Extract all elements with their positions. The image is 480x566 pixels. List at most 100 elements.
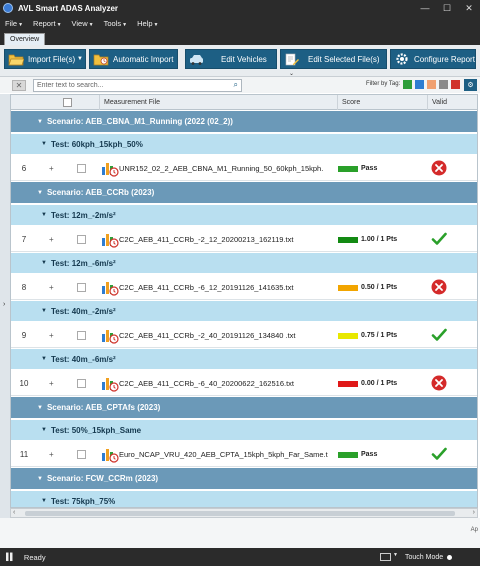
measurement-row[interactable]: 8 + C2C_AEB_411_CCRb_-6_12_20191126_141635…	[11, 275, 477, 300]
tag-red[interactable]	[451, 80, 460, 89]
col-valid[interactable]: Valid	[427, 95, 477, 110]
measurement-row[interactable]: 9 + C2C_AEB_411_CCRb_-2_40_20191126_134840…	[11, 323, 477, 348]
chevron-down-icon: ▼	[88, 21, 94, 28]
screen-icon[interactable]	[380, 553, 391, 561]
menu-report[interactable]: Report▼	[33, 19, 61, 28]
measurement-file-name[interactable]: UNR152_02_2_AEB_CBNA_M1_Running_50_60kph…	[119, 156, 335, 181]
status-bar: ▌▌ Ready ▼ Touch Mode	[0, 548, 480, 566]
chevron-down-icon: ▼	[56, 21, 62, 28]
touch-mode-toggle[interactable]: Touch Mode	[405, 548, 453, 566]
measurement-file-name[interactable]: Euro_NCAP_VRU_420_AEB_CPTA_15kph_5kph_Fa…	[119, 442, 335, 467]
test-group-row[interactable]: ▼ Test: 50%_15kph_Same	[11, 420, 477, 440]
pause-icon[interactable]: ▌▌	[6, 554, 15, 561]
import-files-button[interactable]: Import File(s) ▼	[4, 49, 86, 69]
measurement-file-name[interactable]: C2C_AEB_411_CCRb_-2_40_20191126_134840 .…	[119, 323, 335, 348]
ribbon-tabs: Overview	[0, 30, 480, 45]
menu-tools[interactable]: Tools▼	[104, 19, 127, 28]
collapse-arrow-icon[interactable]: ▼	[41, 141, 47, 147]
invalid-x-icon	[431, 160, 447, 176]
collapse-arrow-icon[interactable]: ▼	[41, 356, 47, 362]
lower-panel	[0, 518, 480, 548]
search-input[interactable]	[34, 80, 224, 91]
collapse-arrow-icon[interactable]: ▼	[41, 308, 47, 314]
expand-plus-icon[interactable]: +	[49, 283, 54, 292]
test-label: Test: 12m_-2m/s²	[50, 210, 116, 220]
measurement-row[interactable]: 10 + C2C_AEB_411_CCRb_-6_40_20200622_16251…	[11, 371, 477, 396]
menu-help[interactable]: Help▼	[137, 19, 158, 28]
collapse-arrow-icon[interactable]: ▼	[41, 260, 47, 266]
tag-orange[interactable]	[427, 80, 436, 89]
chevron-down-icon[interactable]: ▼	[393, 552, 398, 558]
measurement-grid: Measurement File Score Valid ▼ Scenario: …	[10, 94, 478, 508]
test-group-row[interactable]: ▼ Test: 75kph_75%	[11, 491, 477, 507]
select-all-checkbox[interactable]	[63, 98, 72, 107]
side-expander[interactable]: ›	[0, 94, 10, 524]
chevron-down-icon[interactable]: ⌄	[289, 70, 294, 77]
measurement-row[interactable]: 6 + UNR152_02_2_AEB_CBNA_M1_Running_50_60k…	[11, 156, 477, 181]
collapse-arrow-icon[interactable]: ▼	[41, 498, 47, 504]
expand-plus-icon[interactable]: +	[49, 164, 54, 173]
tab-overview[interactable]: Overview	[4, 33, 46, 45]
grid-header: Measurement File Score Valid	[11, 95, 477, 110]
collapse-arrow-icon[interactable]: ▼	[41, 212, 47, 218]
edit-vehicles-button[interactable]: Edit Vehicles	[185, 49, 277, 69]
collapse-arrow-icon[interactable]: ▼	[41, 427, 47, 433]
scenario-label: Scenario: FCW_CCRm (2023)	[46, 474, 159, 483]
invalid-x-icon	[431, 279, 447, 295]
search-icon[interactable]: ⌕	[234, 80, 238, 90]
clear-search-button[interactable]: ✕	[12, 80, 26, 91]
measurement-row[interactable]: 11 + Euro_NCAP_VRU_420_AEB_CPTA_15kph_5kph…	[11, 442, 477, 467]
close-button[interactable]: ✕	[458, 0, 480, 16]
tag-settings-button[interactable]: ⚙	[464, 79, 477, 91]
collapse-arrow-icon[interactable]: ▼	[37, 405, 43, 411]
collapse-arrow-icon[interactable]: ▼	[37, 119, 43, 125]
measurement-row[interactable]: 7 + C2C_AEB_411_CCRb_-2_12_20200213_162119…	[11, 227, 477, 252]
expand-plus-icon[interactable]: +	[49, 450, 54, 459]
tag-gray[interactable]	[439, 80, 448, 89]
scroll-right-icon[interactable]: ›	[473, 509, 475, 516]
scroll-left-icon[interactable]: ‹	[13, 509, 15, 516]
row-checkbox[interactable]	[77, 164, 86, 173]
test-group-row[interactable]: ▼ Test: 12m_-6m/s²	[11, 253, 477, 273]
maximize-button[interactable]: ☐	[436, 0, 458, 16]
scenario-group-row[interactable]: ▼ Scenario: AEB_CBNA_M1_Running (2022 (02…	[11, 111, 477, 132]
col-score[interactable]: Score	[337, 95, 427, 110]
expand-arrow-icon: ›	[3, 301, 6, 308]
scenario-group-row[interactable]: ▼ Scenario: AEB_CCRb (2023)	[11, 182, 477, 203]
tag-blue[interactable]	[415, 80, 424, 89]
scenario-group-row[interactable]: ▼ Scenario: AEB_CPTAfs (2023)	[11, 397, 477, 418]
scenario-group-row[interactable]: ▼ Scenario: FCW_CCRm (2023)	[11, 468, 477, 489]
test-label: Test: 40m_-2m/s²	[50, 306, 116, 316]
horizontal-scrollbar[interactable]: ‹ ›	[10, 508, 478, 518]
scroll-thumb[interactable]	[25, 511, 455, 516]
menu-file[interactable]: File▼	[5, 19, 23, 28]
row-checkbox[interactable]	[77, 283, 86, 292]
measurement-file-name[interactable]: C2C_AEB_411_CCRb_-6_40_20200622_162516.t…	[119, 371, 335, 396]
test-group-row[interactable]: ▼ Test: 12m_-2m/s²	[11, 205, 477, 225]
expand-plus-icon[interactable]: +	[49, 331, 54, 340]
row-checkbox[interactable]	[77, 450, 86, 459]
test-label: Test: 40m_-6m/s²	[50, 354, 116, 364]
test-group-row[interactable]: ▼ Test: 40m_-6m/s²	[11, 349, 477, 369]
valid-check-icon	[431, 231, 447, 247]
collapse-arrow-icon[interactable]: ▼	[37, 476, 43, 482]
expand-plus-icon[interactable]: +	[49, 379, 54, 388]
configure-report-button[interactable]: Configure Report	[390, 49, 476, 69]
score-text: 0.75 / 1 Pts	[361, 332, 398, 339]
row-checkbox[interactable]	[77, 331, 86, 340]
tag-green[interactable]	[403, 80, 412, 89]
edit-selected-files-button[interactable]: Edit Selected File(s)	[280, 49, 387, 69]
measurement-file-name[interactable]: C2C_AEB_411_CCRb_-2_12_20200213_162119.t…	[119, 227, 335, 252]
row-checkbox[interactable]	[77, 379, 86, 388]
test-group-row[interactable]: ▼ Test: 40m_-2m/s²	[11, 301, 477, 321]
row-checkbox[interactable]	[77, 235, 86, 244]
minimize-button[interactable]: —	[414, 0, 436, 16]
col-measurement-file[interactable]: Measurement File	[99, 95, 337, 110]
automatic-import-button[interactable]: Automatic Import	[89, 49, 178, 69]
test-group-row[interactable]: ▼ Test: 60kph_15kph_50%	[11, 134, 477, 154]
expand-plus-icon[interactable]: +	[49, 235, 54, 244]
menu-view[interactable]: View▼	[72, 19, 94, 28]
measurement-file-name[interactable]: C2C_AEB_411_CCRb_-6_12_20191126_141635.t…	[119, 275, 335, 300]
score-cell: 1.00 / 1 Pts	[338, 227, 397, 252]
collapse-arrow-icon[interactable]: ▼	[37, 190, 43, 196]
